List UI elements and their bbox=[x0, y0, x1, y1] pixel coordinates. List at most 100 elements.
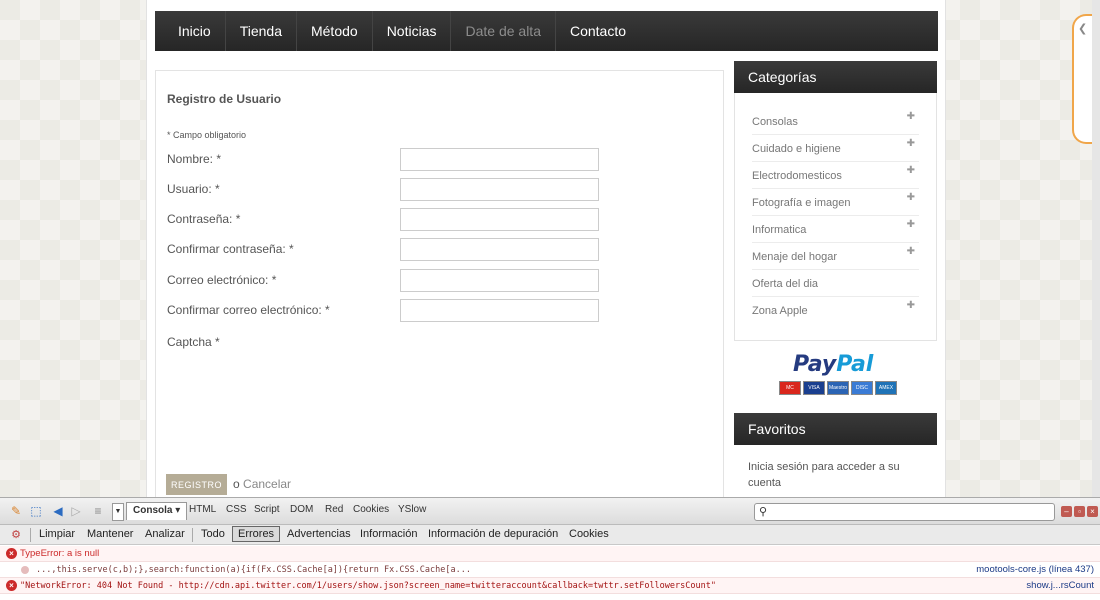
filter-cookies[interactable]: Cookies bbox=[569, 528, 609, 540]
category-item[interactable]: Fotografía e imagen ✚ bbox=[752, 189, 919, 216]
favorites-header: Favoritos bbox=[734, 413, 937, 445]
nav-metodo[interactable]: Método bbox=[297, 11, 373, 51]
expand-icon[interactable]: ✚ bbox=[907, 138, 915, 149]
expand-icon[interactable]: ✚ bbox=[907, 192, 915, 203]
categories-header: Categorías bbox=[734, 61, 937, 93]
close-icon[interactable]: × bbox=[1087, 506, 1098, 517]
label-usuario: Usuario: * bbox=[167, 182, 220, 196]
tab-consola[interactable]: Consola ▾ bbox=[126, 502, 188, 520]
captcha-label: Captcha * bbox=[167, 335, 220, 349]
category-item[interactable]: Oferta del dia bbox=[752, 270, 919, 297]
firebug-tabbar: ✎ ⬚ ◀ ▷ ≡ ▼ Consola ▾ HTML CSS Script DO… bbox=[0, 498, 1100, 525]
console-options-icon[interactable]: ⚙ bbox=[8, 527, 24, 543]
expand-icon[interactable]: ✚ bbox=[907, 300, 915, 311]
tab-script[interactable]: Script bbox=[254, 504, 280, 515]
console-error-row[interactable]: × "NetworkError: 404 Not Found - http://… bbox=[0, 578, 1100, 594]
mastercard-icon: MC bbox=[779, 381, 801, 395]
field-row-confirmar-correo: Confirmar correo electrónico: * bbox=[167, 299, 707, 323]
category-item[interactable]: Electrodomesticos ✚ bbox=[752, 162, 919, 189]
tab-css[interactable]: CSS bbox=[226, 504, 247, 515]
field-row-correo: Correo electrónico: * bbox=[167, 269, 707, 293]
label-confirmar-correo: Confirmar correo electrónico: * bbox=[167, 303, 330, 317]
field-row-confirmar-contrasena: Confirmar contraseña: * bbox=[167, 238, 707, 262]
nav-inicio[interactable]: Inicio bbox=[155, 11, 226, 51]
nav-contacto[interactable]: Contacto bbox=[556, 11, 640, 51]
side-tab[interactable]: ❮ bbox=[1072, 14, 1092, 144]
console-code-row[interactable]: ...,this.serve(c,b);},search:function(a)… bbox=[0, 562, 1100, 578]
error-icon: × bbox=[6, 548, 17, 559]
registro-button[interactable]: REGISTRO bbox=[166, 474, 227, 495]
error-source-link[interactable]: mootools-core.js (línea 437) bbox=[976, 564, 1094, 575]
input-confirmar-contrasena[interactable] bbox=[400, 238, 599, 261]
input-nombre[interactable] bbox=[400, 148, 599, 171]
nav-tienda[interactable]: Tienda bbox=[226, 11, 297, 51]
category-item[interactable]: Cuidado e higiene ✚ bbox=[752, 135, 919, 162]
filter-advertencias[interactable]: Advertencias bbox=[287, 528, 351, 540]
category-item[interactable]: Zona Apple ✚ bbox=[752, 297, 919, 324]
category-item[interactable]: Menaje del hogar ✚ bbox=[752, 243, 919, 270]
limpiar-button[interactable]: Limpiar bbox=[39, 528, 75, 540]
category-item[interactable]: Consolas ✚ bbox=[752, 108, 919, 135]
mantener-button[interactable]: Mantener bbox=[87, 528, 133, 540]
error-source-link[interactable]: show.j...rsCount bbox=[1026, 580, 1094, 591]
paypal-logo: PayPal MC VISA Maestro DISC AMEX bbox=[779, 352, 897, 400]
toolbar-separator bbox=[192, 528, 193, 542]
list-icon[interactable]: ≡ bbox=[90, 503, 106, 519]
field-row-usuario: Usuario: * bbox=[167, 178, 707, 202]
firebug-panel: ✎ ⬚ ◀ ▷ ≡ ▼ Consola ▾ HTML CSS Script DO… bbox=[0, 497, 1100, 600]
category-item[interactable]: Informatica ✚ bbox=[752, 216, 919, 243]
tab-dom[interactable]: DOM bbox=[290, 504, 313, 515]
console-toolbar: ⚙ Limpiar Mantener Analizar Todo Errores… bbox=[0, 525, 1100, 545]
field-row-nombre: Nombre: * bbox=[167, 148, 707, 172]
favorites-text: Inicia sesión para acceder a su cuenta bbox=[748, 461, 900, 489]
firebug-icon[interactable]: ✎ bbox=[8, 503, 24, 519]
back-icon[interactable]: ◀ bbox=[50, 503, 66, 519]
or-text: o bbox=[233, 477, 240, 491]
label-correo: Correo electrónico: * bbox=[167, 273, 277, 287]
minimize-icon[interactable]: – bbox=[1061, 506, 1072, 517]
tab-html[interactable]: HTML bbox=[189, 504, 216, 515]
label-nombre: Nombre: * bbox=[167, 152, 222, 166]
categories-list: Consolas ✚ Cuidado e higiene ✚ Electrodome… bbox=[734, 93, 937, 341]
filter-errores[interactable]: Errores bbox=[232, 526, 281, 542]
firebug-search-input[interactable] bbox=[773, 505, 1051, 519]
nav-noticias[interactable]: Noticias bbox=[373, 11, 452, 51]
tab-cookies[interactable]: Cookies bbox=[353, 504, 389, 515]
tab-yslow[interactable]: YSlow bbox=[398, 504, 426, 515]
console-error-row[interactable]: × TypeError: a is null bbox=[0, 546, 1100, 562]
chevron-left-icon: ❮ bbox=[1078, 23, 1088, 35]
input-correo[interactable] bbox=[400, 269, 599, 292]
required-note: * Campo obligatorio bbox=[167, 130, 247, 140]
maestro-icon: Maestro bbox=[827, 381, 849, 395]
input-confirmar-correo[interactable] bbox=[400, 299, 599, 322]
filter-informacion[interactable]: Información bbox=[360, 528, 417, 540]
expand-icon[interactable]: ✚ bbox=[907, 165, 915, 176]
payment-cards: MC VISA Maestro DISC AMEX bbox=[779, 381, 897, 395]
input-usuario[interactable] bbox=[400, 178, 599, 201]
input-contrasena[interactable] bbox=[400, 208, 599, 231]
label-contrasena: Contraseña: * bbox=[167, 212, 241, 226]
nav-date-de-alta[interactable]: Date de alta bbox=[451, 11, 556, 51]
error-message: TypeError: a is null bbox=[20, 548, 100, 559]
forward-icon[interactable]: ▷ bbox=[68, 503, 84, 519]
expand-icon[interactable]: ✚ bbox=[907, 219, 915, 230]
breakpoint-icon[interactable] bbox=[21, 566, 29, 574]
panel-dropdown-icon[interactable]: ▼ bbox=[112, 503, 124, 521]
detach-icon[interactable]: ▫ bbox=[1074, 506, 1085, 517]
tab-red[interactable]: Red bbox=[325, 504, 343, 515]
error-code: ...,this.serve(c,b);},search:function(a)… bbox=[36, 565, 471, 575]
expand-icon[interactable]: ✚ bbox=[907, 111, 915, 122]
analizar-button[interactable]: Analizar bbox=[145, 528, 185, 540]
filter-todo[interactable]: Todo bbox=[201, 528, 225, 540]
error-icon: × bbox=[6, 580, 17, 591]
cancel-link[interactable]: Cancelar bbox=[243, 477, 291, 491]
amex-icon: AMEX bbox=[875, 381, 897, 395]
field-row-contrasena: Contraseña: * bbox=[167, 208, 707, 232]
inspect-icon[interactable]: ⬚ bbox=[28, 503, 44, 519]
filter-depuracion[interactable]: Información de depuración bbox=[428, 528, 558, 540]
label-confirmar-contrasena: Confirmar contraseña: * bbox=[167, 242, 294, 256]
page-scrollbar[interactable] bbox=[1092, 0, 1100, 497]
expand-icon[interactable]: ✚ bbox=[907, 246, 915, 257]
registration-form: Registro de Usuario * Campo obligatorio … bbox=[155, 70, 724, 497]
visa-icon: VISA bbox=[803, 381, 825, 395]
